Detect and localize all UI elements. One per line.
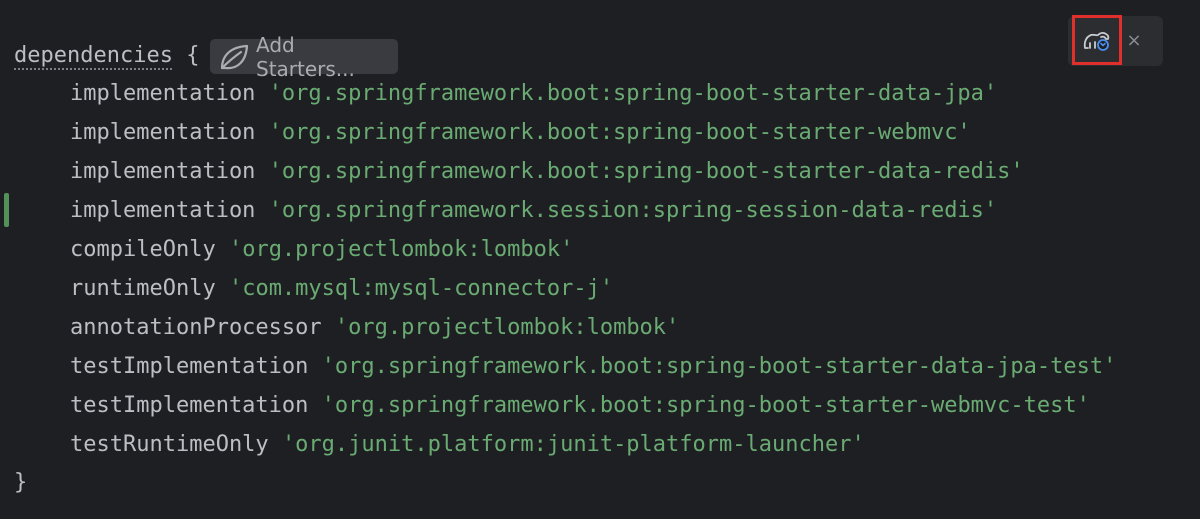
code-line: implementation 'org.springframework.boot… — [14, 152, 1024, 191]
code-line: testImplementation 'org.springframework.… — [14, 347, 1116, 386]
code-line: implementation 'org.springframework.boot… — [14, 74, 997, 113]
artifact-string: 'org.junit.platform:junit-platform-launc… — [281, 432, 865, 457]
spring-leaf-icon — [220, 44, 249, 69]
artifact-string: 'org.springframework.boot:spring-boot-st… — [321, 354, 1117, 379]
code-line: annotationProcessor 'org.projectlombok:l… — [14, 308, 679, 347]
artifact-string: 'org.projectlombok:lombok' — [228, 237, 574, 262]
artifact-string: 'com.mysql:mysql-connector-j' — [228, 276, 614, 301]
config-keyword: testImplementation — [70, 354, 309, 379]
code-line-close: } — [14, 463, 27, 502]
open-brace: { — [186, 43, 200, 68]
config-keyword: testImplementation — [70, 393, 309, 418]
close-icon[interactable]: × — [1124, 25, 1144, 55]
code-line: compileOnly 'org.projectlombok:lombok' — [14, 230, 573, 269]
artifact-string: 'org.projectlombok:lombok' — [334, 315, 680, 340]
code-line-dependencies: dependencies { — [14, 36, 199, 75]
artifact-string: 'org.springframework.boot:spring-boot-st… — [268, 159, 1024, 184]
code-line: implementation 'org.springframework.boot… — [14, 113, 971, 152]
code-editor[interactable]: dependencies { Add Starters... implement… — [0, 0, 1200, 519]
config-keyword: runtimeOnly — [70, 276, 216, 301]
config-keyword: annotationProcessor — [70, 315, 322, 340]
code-line: testRuntimeOnly 'org.junit.platform:juni… — [14, 425, 865, 464]
code-line: runtimeOnly 'com.mysql:mysql-connector-j… — [14, 269, 613, 308]
gutter-change-marker[interactable] — [4, 193, 9, 227]
add-starters-button[interactable]: Add Starters... — [210, 33, 398, 81]
artifact-string: 'org.springframework.boot:spring-boot-st… — [268, 81, 998, 106]
code-line: testImplementation 'org.springframework.… — [14, 386, 1090, 425]
artifact-string: 'org.springframework.boot:spring-boot-st… — [268, 120, 971, 145]
config-keyword: implementation — [70, 81, 256, 106]
code-line: implementation 'org.springframework.sess… — [14, 191, 997, 230]
config-keyword: compileOnly — [70, 237, 216, 262]
config-keyword: implementation — [70, 159, 256, 184]
artifact-string: 'org.springframework.boot:spring-boot-st… — [321, 393, 1090, 418]
close-brace: } — [14, 470, 28, 495]
config-keyword: implementation — [70, 198, 256, 223]
config-keyword: testRuntimeOnly — [70, 432, 269, 457]
gradle-sync-icon — [1083, 32, 1110, 51]
dependencies-keyword[interactable]: dependencies — [14, 43, 173, 68]
config-keyword: implementation — [70, 120, 256, 145]
sync-gradle-changes-button[interactable] — [1072, 15, 1122, 65]
artifact-string: 'org.springframework.session:spring-sess… — [268, 198, 998, 223]
